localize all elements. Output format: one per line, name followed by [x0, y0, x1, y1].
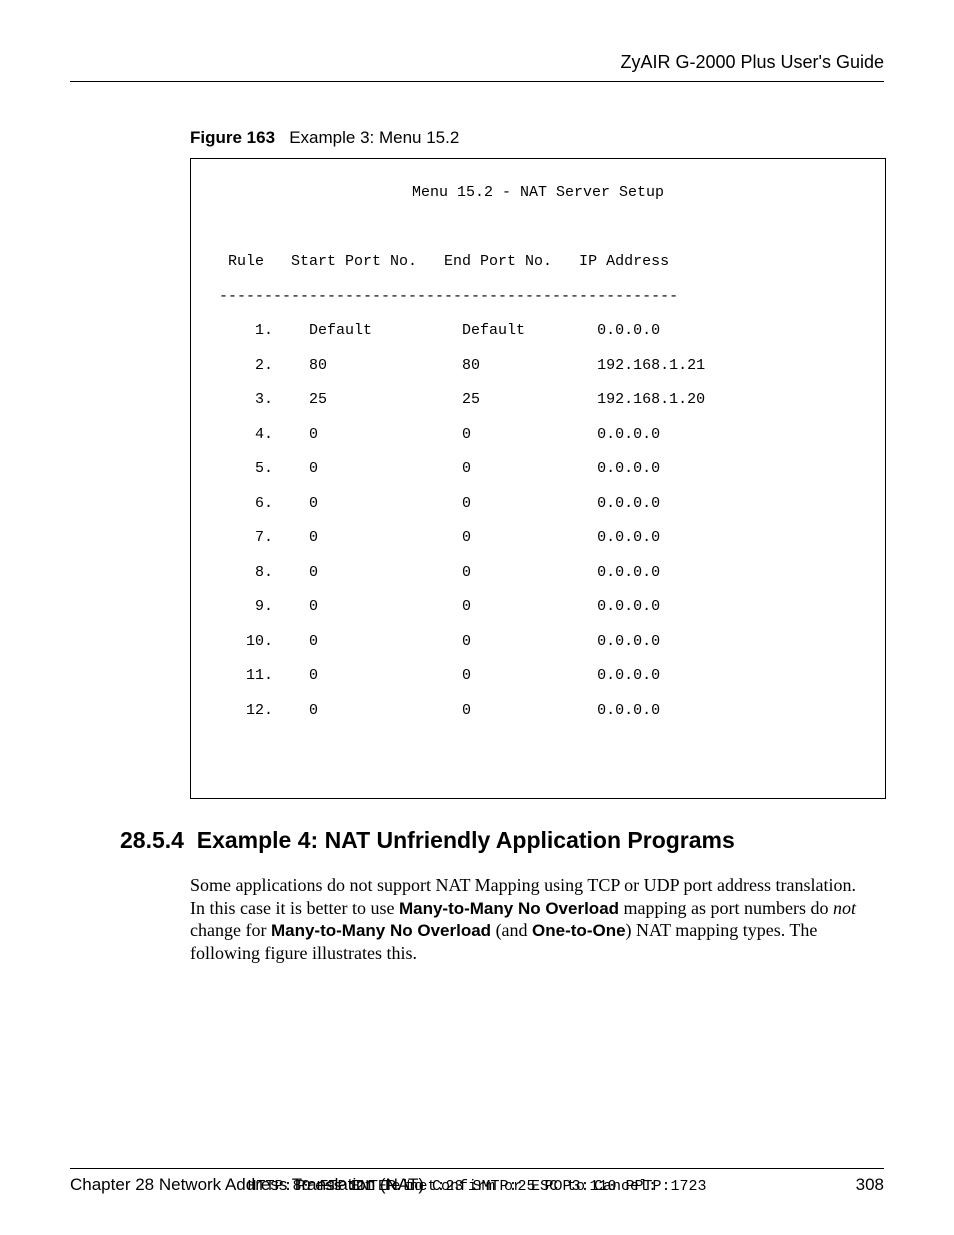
- figure-caption: Figure 163 Example 3: Menu 15.2: [190, 128, 884, 148]
- text: (and: [491, 920, 532, 940]
- console-divider: ----------------------------------------…: [201, 288, 875, 305]
- table-row: 6. 0 0 0.0.0.0: [201, 495, 875, 512]
- footer-page-number: 308: [856, 1175, 884, 1195]
- text: mapping as port numbers do: [619, 898, 833, 918]
- console-box: Menu 15.2 - NAT Server Setup Rule Start …: [190, 158, 886, 799]
- figure-caption-text: Example 3: Menu 15.2: [289, 128, 459, 147]
- section-heading: 28.5.4 Example 4: NAT Unfriendly Applica…: [120, 827, 884, 854]
- header-rule: [70, 81, 884, 82]
- console-title: Menu 15.2 - NAT Server Setup: [201, 184, 875, 201]
- section-title: Example 4: NAT Unfriendly Application Pr…: [197, 827, 735, 853]
- table-row: 10. 0 0 0.0.0.0: [201, 633, 875, 650]
- header-guide-title: ZyAIR G-2000 Plus User's Guide: [70, 52, 884, 81]
- bold-text: Many-to-Many No Overload: [399, 899, 619, 918]
- table-row: 1. Default Default 0.0.0.0: [201, 322, 875, 339]
- table-row: 4. 0 0 0.0.0.0: [201, 426, 875, 443]
- section-number: 28.5.4: [120, 827, 184, 853]
- table-row: 3. 25 25 192.168.1.20: [201, 391, 875, 408]
- table-row: 2. 80 80 192.168.1.21: [201, 357, 875, 374]
- figure-label: Figure 163: [190, 128, 275, 147]
- table-row: 9. 0 0 0.0.0.0: [201, 598, 875, 615]
- body-paragraph: Some applications do not support NAT Map…: [190, 874, 874, 964]
- bold-text: One-to-One: [532, 921, 626, 940]
- italic-text: not: [833, 898, 856, 918]
- table-row: 11. 0 0 0.0.0.0: [201, 667, 875, 684]
- page-footer: Chapter 28 Network Address Translation (…: [70, 1168, 884, 1195]
- table-row: 8. 0 0 0.0.0.0: [201, 564, 875, 581]
- table-row: 5. 0 0 0.0.0.0: [201, 460, 875, 477]
- bold-text: Many-to-Many No Overload: [271, 921, 491, 940]
- footer-chapter: Chapter 28 Network Address Translation (…: [70, 1175, 424, 1195]
- console-columns: Rule Start Port No. End Port No. IP Addr…: [201, 253, 875, 270]
- text: change for: [190, 920, 271, 940]
- console-blank: [201, 219, 875, 236]
- table-row: 7. 0 0 0.0.0.0: [201, 529, 875, 546]
- console-blank: [201, 736, 875, 753]
- table-row: 12. 0 0 0.0.0.0: [201, 702, 875, 719]
